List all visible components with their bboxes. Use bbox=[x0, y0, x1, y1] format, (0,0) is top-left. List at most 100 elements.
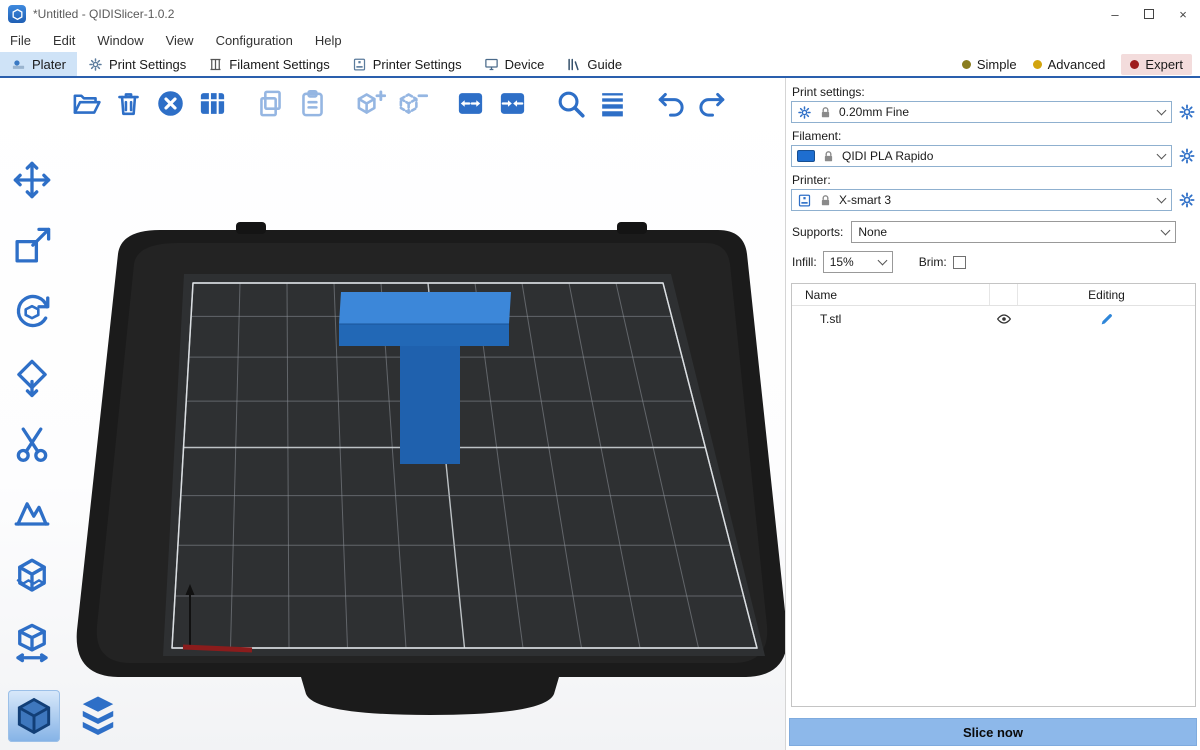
edit-printer-button[interactable] bbox=[1178, 191, 1196, 209]
edit-filament-button[interactable] bbox=[1178, 147, 1196, 165]
variable-layer-height-icon[interactable] bbox=[596, 87, 629, 120]
3d-editor-view-icon[interactable] bbox=[8, 690, 60, 742]
lock-icon bbox=[818, 193, 833, 208]
viewport-toolbar bbox=[62, 83, 737, 124]
open-folder-icon[interactable] bbox=[70, 87, 103, 120]
chevron-down-icon bbox=[1157, 194, 1167, 204]
column-visibility bbox=[990, 284, 1018, 305]
redo-icon[interactable] bbox=[696, 87, 729, 120]
filament-label: Filament: bbox=[792, 129, 1196, 143]
plater-icon bbox=[11, 57, 26, 72]
cut-icon[interactable] bbox=[8, 422, 56, 466]
seam-icon[interactable] bbox=[8, 554, 56, 598]
supports-value: None bbox=[858, 225, 887, 239]
mode-advanced[interactable]: Advanced bbox=[1033, 57, 1106, 72]
undo-icon[interactable] bbox=[654, 87, 687, 120]
supports-label: Supports: bbox=[792, 225, 843, 239]
delete-icon[interactable] bbox=[112, 87, 145, 120]
move-icon[interactable] bbox=[8, 158, 56, 202]
gizmo-toolbar bbox=[8, 158, 56, 664]
menu-edit[interactable]: Edit bbox=[53, 33, 75, 48]
title-bar: *Untitled - QIDISlicer-1.0.2 – × bbox=[0, 0, 1200, 28]
print-settings-value: 0.20mm Fine bbox=[839, 105, 909, 119]
lock-icon bbox=[821, 149, 836, 164]
rotate-icon[interactable] bbox=[8, 290, 56, 334]
filament-value: QIDI PLA Rapido bbox=[842, 149, 933, 163]
object-list-header: Name Editing bbox=[792, 284, 1195, 306]
search-icon[interactable] bbox=[554, 87, 587, 120]
add-instance-icon[interactable] bbox=[354, 87, 387, 120]
brim-checkbox[interactable] bbox=[953, 256, 966, 269]
supports-select[interactable]: None bbox=[851, 221, 1176, 243]
measure-icon[interactable] bbox=[8, 620, 56, 664]
mode-expert[interactable]: Expert bbox=[1121, 54, 1192, 75]
edit-object-icon[interactable] bbox=[1018, 311, 1195, 327]
place-on-face-icon[interactable] bbox=[8, 356, 56, 400]
build-plate-scene[interactable] bbox=[0, 78, 785, 750]
filament-combo[interactable]: QIDI PLA Rapido bbox=[791, 145, 1172, 167]
scale-icon[interactable] bbox=[8, 224, 56, 268]
column-editing: Editing bbox=[1018, 288, 1195, 302]
advanced-dot-icon bbox=[1033, 60, 1042, 69]
filament-color-swatch bbox=[797, 150, 815, 162]
copy-icon[interactable] bbox=[254, 87, 287, 120]
chevron-down-icon bbox=[877, 256, 887, 266]
app-window: *Untitled - QIDISlicer-1.0.2 – × File Ed… bbox=[0, 0, 1200, 750]
remove-instance-icon[interactable] bbox=[396, 87, 429, 120]
minimize-button[interactable]: – bbox=[1098, 0, 1132, 28]
tab-label: Device bbox=[505, 57, 545, 72]
slice-now-button[interactable]: Slice now bbox=[789, 718, 1197, 746]
brim-label: Brim: bbox=[919, 255, 947, 269]
app-icon bbox=[8, 5, 26, 23]
expert-dot-icon bbox=[1130, 60, 1139, 69]
object-name: T.stl bbox=[792, 312, 990, 326]
tab-label: Print Settings bbox=[109, 57, 186, 72]
tab-label: Filament Settings bbox=[229, 57, 329, 72]
tab-label: Guide bbox=[587, 57, 622, 72]
tab-print-settings[interactable]: Print Settings bbox=[77, 52, 197, 76]
paint-supports-icon[interactable] bbox=[8, 488, 56, 532]
menu-help[interactable]: Help bbox=[315, 33, 342, 48]
table-row[interactable]: T.stl bbox=[792, 306, 1195, 332]
3d-viewport[interactable] bbox=[0, 78, 785, 750]
window-title: *Untitled - QIDISlicer-1.0.2 bbox=[33, 7, 174, 21]
delete-all-icon[interactable] bbox=[154, 87, 187, 120]
guide-icon bbox=[566, 57, 581, 72]
tab-filament-settings[interactable]: Filament Settings bbox=[197, 52, 340, 76]
split-to-objects-icon[interactable] bbox=[454, 87, 487, 120]
menu-file[interactable]: File bbox=[10, 33, 31, 48]
eye-icon[interactable] bbox=[990, 311, 1018, 327]
maximize-icon bbox=[1144, 9, 1154, 19]
tab-label: Printer Settings bbox=[373, 57, 462, 72]
print-settings-icon bbox=[88, 57, 103, 72]
tab-printer-settings[interactable]: Printer Settings bbox=[341, 52, 473, 76]
maximize-button[interactable] bbox=[1132, 0, 1166, 28]
lock-icon bbox=[818, 105, 833, 120]
mode-label: Advanced bbox=[1048, 57, 1106, 72]
menu-configuration[interactable]: Configuration bbox=[216, 33, 293, 48]
close-button[interactable]: × bbox=[1166, 0, 1200, 28]
mode-switcher: Simple Advanced Expert bbox=[962, 52, 1200, 76]
mode-simple[interactable]: Simple bbox=[962, 57, 1017, 72]
printer-icon bbox=[797, 193, 812, 208]
arrange-icon[interactable] bbox=[196, 87, 229, 120]
printer-label: Printer: bbox=[792, 173, 1196, 187]
paste-icon[interactable] bbox=[296, 87, 329, 120]
print-settings-combo[interactable]: 0.20mm Fine bbox=[791, 101, 1172, 123]
tab-device[interactable]: Device bbox=[473, 52, 556, 76]
edit-print-settings-button[interactable] bbox=[1178, 103, 1196, 121]
sidebar: Print settings: 0.20mm Fine Filament: QI… bbox=[785, 78, 1200, 750]
infill-label: Infill: bbox=[792, 255, 817, 269]
menu-window[interactable]: Window bbox=[97, 33, 143, 48]
menu-bar: File Edit Window View Configuration Help bbox=[0, 28, 1200, 52]
tab-guide[interactable]: Guide bbox=[555, 52, 633, 76]
printer-combo[interactable]: X-smart 3 bbox=[791, 189, 1172, 211]
printer-settings-icon bbox=[352, 57, 367, 72]
menu-view[interactable]: View bbox=[166, 33, 194, 48]
infill-select[interactable]: 15% bbox=[823, 251, 893, 273]
split-to-parts-icon[interactable] bbox=[496, 87, 529, 120]
preview-view-icon[interactable] bbox=[72, 690, 124, 742]
tab-plater[interactable]: Plater bbox=[0, 52, 77, 76]
mode-label: Simple bbox=[977, 57, 1017, 72]
tab-bar: Plater Print Settings Filament Settings … bbox=[0, 52, 1200, 78]
